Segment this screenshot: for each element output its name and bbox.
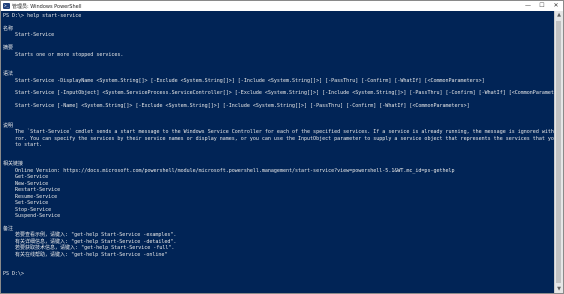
console-line: Start-Service — [3, 32, 55, 39]
console-line: Set-Service — [3, 200, 49, 207]
console-line: Stop-Service — [3, 206, 52, 213]
console-line: Restart-Service — [3, 187, 61, 194]
window-controls: — ☐ ✕ — [521, 1, 563, 11]
console-line: 有关在线帮助，请键入: "get-help Start-Service -onl… — [3, 251, 168, 258]
console-line: 语法 — [3, 71, 14, 78]
console-line: Starts one or more stopped services. — [3, 51, 124, 58]
console-line: Get-Service — [3, 174, 49, 181]
console-line: 相关链接 — [3, 161, 24, 168]
console-line: 名称 — [3, 25, 14, 32]
console-line: 若要获取技术信息，请键入: "get-help Start-Service -f… — [3, 245, 175, 252]
scrollbar-thumb[interactable] — [556, 21, 561, 283]
console-line: Start-Service [-Name] <System.String[]> … — [3, 103, 470, 110]
console-line: Resume-Service — [3, 193, 58, 200]
console-line: Online Version: https://docs.microsoft.c… — [3, 167, 455, 174]
console-line: Start-Service -DisplayName <System.Strin… — [3, 77, 485, 84]
console-line: Suspend-Service — [3, 212, 61, 219]
console-line: Start-Service [-InputObject] <System.Ser… — [3, 90, 555, 97]
title-bar[interactable]: >_ 管理员: Windows PowerShell — ☐ ✕ — [1, 1, 563, 11]
vertical-scrollbar[interactable]: ▲ ▼ — [554, 11, 563, 293]
console-line: The `Start-Service` cmdlet sends a start… — [3, 129, 555, 136]
console-line: PS D:\> help start-service — [3, 13, 82, 19]
console-line: ror. You can specify the services by the… — [3, 135, 555, 142]
scroll-up-arrow-icon[interactable]: ▲ — [555, 11, 563, 19]
console-line: PS D:\> — [3, 271, 25, 277]
console-line: New-Service — [3, 180, 49, 187]
scroll-down-arrow-icon[interactable]: ▼ — [555, 285, 563, 293]
minimize-button[interactable]: — — [521, 1, 535, 11]
powershell-icon[interactable]: >_ — [3, 3, 10, 9]
powershell-window: >_ 管理员: Windows PowerShell — ☐ ✕ PS D:\>… — [0, 0, 564, 294]
console-line: 有关详细信息，请键入: "get-help Start-Service -det… — [3, 238, 177, 245]
window-title: 管理员: Windows PowerShell — [12, 3, 82, 10]
console-output[interactable]: PS D:\> help start-service 名称 Start-Servi… — [1, 11, 555, 293]
maximize-button[interactable]: ☐ — [535, 1, 549, 11]
close-button[interactable]: ✕ — [549, 1, 563, 11]
console-line: 摘要 — [3, 45, 14, 52]
console-line: 说明 — [3, 122, 14, 129]
console-line: 若要查看示例，请键入: "get-help Start-Service -exa… — [3, 232, 177, 239]
console-line: 备注 — [3, 225, 14, 232]
console-line: to start. — [3, 142, 43, 148]
